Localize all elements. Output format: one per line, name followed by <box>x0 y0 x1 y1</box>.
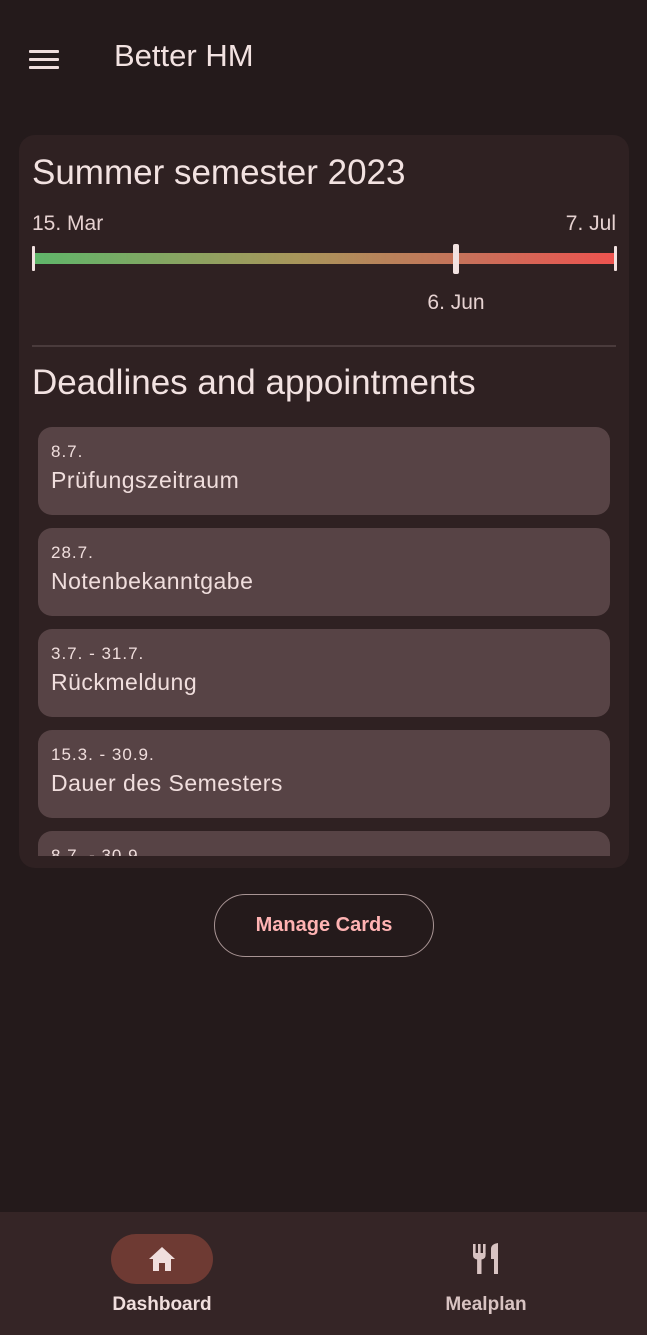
item-label: Prüfungszeitraum <box>51 467 240 493</box>
semester-progress-bar <box>32 244 617 274</box>
nav-item-dashboard[interactable]: Dashboard <box>82 1234 242 1324</box>
home-icon <box>149 1247 175 1271</box>
nav-label-dashboard: Dashboard <box>112 1294 212 1315</box>
semester-start-date: 15. Mar <box>32 212 104 235</box>
app-title: Better HM <box>114 38 254 73</box>
semester-card: Summer semester 2023 15. Mar 7. Jul 6. J… <box>19 135 629 868</box>
item-label: Notenbekanntgabe <box>51 568 254 594</box>
item-date: 3.7. - 31.7. <box>51 644 145 663</box>
item-date: 28.7. <box>51 543 94 562</box>
semester-current-date: 6. Jun <box>427 291 485 314</box>
app-screen: Better HM Summer semester 2023 15. Mar 7… <box>0 0 647 1335</box>
hamburger-menu-icon[interactable] <box>20 40 68 80</box>
top-app-bar: Better HM <box>0 0 647 120</box>
nav-indicator <box>435 1234 537 1284</box>
item-label: Rückmeldung <box>51 669 198 695</box>
divider <box>32 345 616 347</box>
item-date: 8.7. <box>51 442 84 461</box>
bottom-navigation: Dashboard Mealplan <box>0 1212 647 1335</box>
item-label: Dauer des Semesters <box>51 770 283 796</box>
semester-end-date: 7. Jul <box>565 212 616 235</box>
semester-title: Summer semester 2023 <box>32 153 406 192</box>
progress-start-tick <box>32 246 35 271</box>
progress-end-tick <box>614 246 617 271</box>
deadlines-list[interactable]: 8.7. Prüfungszeitraum 28.7. Notenbekannt… <box>38 427 610 856</box>
item-date: 15.3. - 30.9. <box>51 745 155 764</box>
list-item[interactable]: 28.7. Notenbekanntgabe <box>38 528 610 616</box>
list-item[interactable]: 3.7. - 31.7. Rückmeldung <box>38 629 610 717</box>
fork-knife-icon <box>473 1243 498 1274</box>
list-item[interactable]: 8.7. Prüfungszeitraum <box>38 427 610 515</box>
nav-indicator <box>111 1234 213 1284</box>
item-date: 8.7. - 30.9. <box>51 846 145 856</box>
list-item[interactable]: 15.3. - 30.9. Dauer des Semesters <box>38 730 610 818</box>
progress-current-marker <box>453 244 459 274</box>
nav-label-mealplan: Mealplan <box>445 1294 527 1315</box>
manage-cards-button[interactable]: Manage Cards <box>214 894 434 957</box>
nav-item-mealplan[interactable]: Mealplan <box>406 1234 566 1324</box>
progress-track <box>33 253 616 264</box>
deadlines-title: Deadlines and appointments <box>32 363 476 402</box>
list-item[interactable]: 8.7. - 30.9. <box>38 831 610 856</box>
